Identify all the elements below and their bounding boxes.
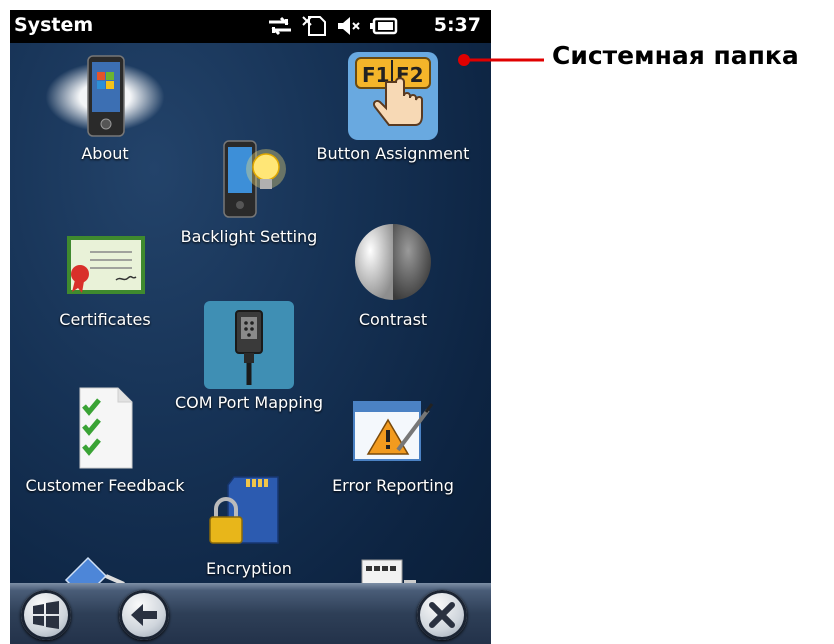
annotation-pointer xyxy=(458,54,544,66)
speaker-muted-icon[interactable] xyxy=(336,15,362,37)
encryption-label: Encryption xyxy=(206,559,292,578)
annotation-label: Системная папка xyxy=(552,41,799,70)
close-icon xyxy=(429,602,455,628)
contrast-circle-icon xyxy=(348,218,438,308)
keyboard-icon[interactable] xyxy=(360,558,420,586)
start-button[interactable] xyxy=(21,590,71,640)
device-screen: System 5:37 About F1 F2 Button Assignmen… xyxy=(10,10,491,644)
phone-icon xyxy=(45,52,165,142)
sd-card-lock-icon xyxy=(204,467,294,557)
checklist-icon xyxy=(60,384,150,474)
windows-start-icon xyxy=(33,601,59,629)
clock[interactable]: 5:37 xyxy=(434,14,481,36)
connectivity-icon[interactable] xyxy=(267,15,293,37)
battery-icon[interactable] xyxy=(370,15,398,37)
window-title: System xyxy=(14,14,94,36)
satellite-icon[interactable] xyxy=(60,550,130,586)
status-bar: System 5:37 xyxy=(10,10,491,43)
serial-port-icon xyxy=(204,301,294,391)
back-button[interactable] xyxy=(119,590,169,640)
backlight-bulb-icon xyxy=(204,135,294,225)
no-sim-icon[interactable] xyxy=(302,15,328,37)
certificate-icon xyxy=(60,218,150,308)
bottom-toolbar xyxy=(10,583,491,644)
close-button[interactable] xyxy=(417,590,467,640)
back-arrow-icon xyxy=(131,604,157,626)
warning-window-icon xyxy=(348,384,438,474)
f1-f2-hand-icon: F1 F2 xyxy=(348,52,438,142)
encryption-item[interactable]: Encryption xyxy=(164,467,334,578)
